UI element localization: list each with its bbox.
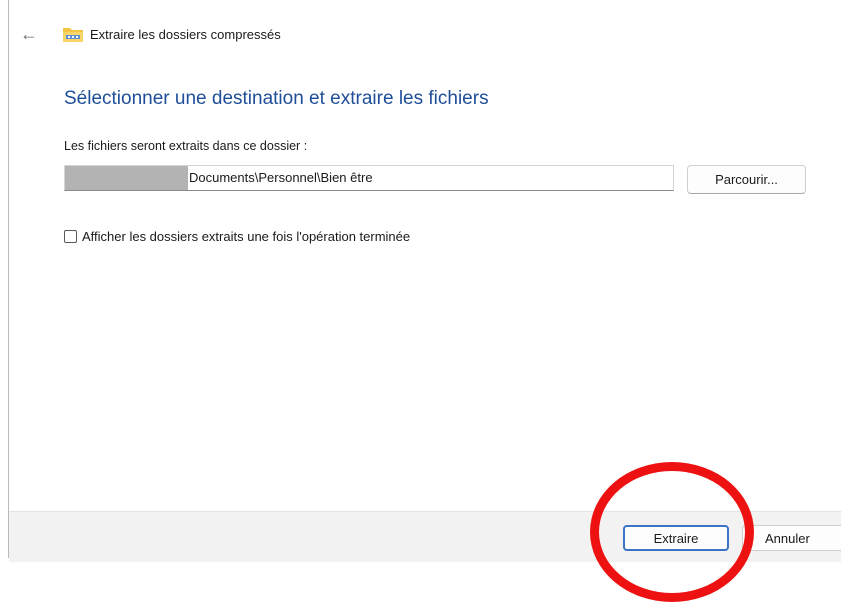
show-extracted-folders-checkbox[interactable]	[64, 230, 77, 243]
show-extracted-folders-label[interactable]: Afficher les dossiers extraits une fois …	[82, 229, 410, 244]
back-arrow-icon[interactable]: ←	[20, 25, 40, 43]
page-heading: Sélectionner une destination et extraire…	[64, 88, 489, 109]
window-title: Extraire les dossiers compressés	[90, 27, 281, 42]
destination-label: Les fichiers seront extraits dans ce dos…	[64, 139, 308, 153]
destination-path-input[interactable]: Documents\Personnel\Bien être	[64, 165, 674, 191]
redacted-path-prefix	[65, 166, 188, 190]
browse-button[interactable]: Parcourir...	[687, 165, 806, 194]
destination-path-text: Documents\Personnel\Bien être	[189, 170, 373, 185]
cancel-button[interactable]: Annuler	[742, 525, 841, 551]
zip-folder-icon	[63, 28, 83, 42]
window-left-border	[8, 0, 9, 558]
extract-button[interactable]: Extraire	[623, 525, 729, 551]
